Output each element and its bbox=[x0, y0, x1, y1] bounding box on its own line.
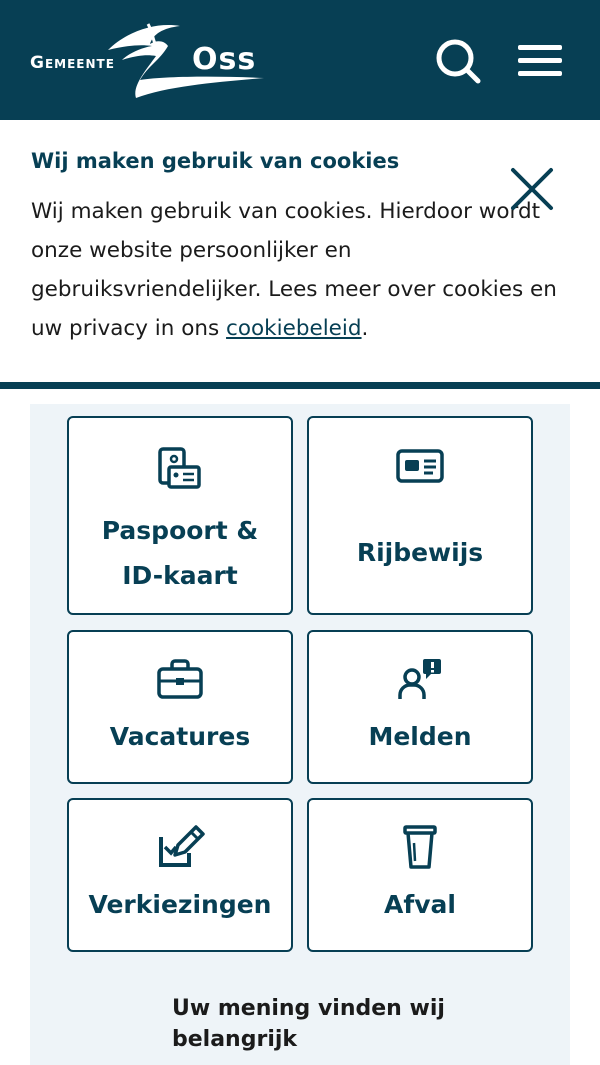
cookiebeleid-link[interactable]: cookiebeleid bbox=[226, 316, 361, 341]
cookie-banner-divider bbox=[0, 382, 600, 389]
gemeente-oss-logo[interactable]: Gemeente Oss bbox=[28, 20, 278, 102]
cookie-banner-title: Wij maken gebruik van cookies bbox=[31, 149, 400, 173]
search-button[interactable] bbox=[432, 36, 484, 86]
menu-button[interactable] bbox=[514, 36, 566, 86]
tile-verkiezingen[interactable]: Verkiezingen bbox=[67, 798, 293, 952]
tile-label-melden: Melden bbox=[368, 722, 472, 751]
tile-label-verkiezingen: Verkiezingen bbox=[88, 890, 272, 919]
tile-melden[interactable]: Melden bbox=[307, 630, 533, 784]
logo-text-oss: Oss bbox=[192, 42, 257, 77]
cookie-close-button[interactable] bbox=[505, 164, 559, 214]
tile-label-paspoort: Paspoort & ID-kaart bbox=[101, 516, 259, 590]
briefcase-icon bbox=[150, 650, 210, 710]
tile-rijbewijs[interactable]: Rijbewijs bbox=[307, 416, 533, 615]
cookie-banner-text: Wij maken gebruik van cookies. Hierdoor … bbox=[31, 192, 566, 348]
tile-afval[interactable]: Afval bbox=[307, 798, 533, 952]
passport-id-icon bbox=[150, 440, 210, 500]
driving-license-icon bbox=[390, 436, 450, 496]
logo-text-gemeente: Gemeente bbox=[30, 53, 115, 73]
waste-bin-icon bbox=[390, 818, 450, 878]
hamburger-menu-icon bbox=[518, 45, 562, 76]
feedback-heading: Uw mening vinden wij belangrijk bbox=[172, 996, 445, 1052]
tile-label: Paspoort & ID-kaart bbox=[90, 508, 270, 598]
tile-paspoort-id-kaart[interactable]: Paspoort & ID-kaart bbox=[67, 416, 293, 615]
tile-vacatures[interactable]: Vacatures bbox=[67, 630, 293, 784]
close-icon bbox=[511, 168, 553, 210]
ballot-pencil-icon bbox=[150, 818, 210, 878]
site-header: Gemeente Oss bbox=[0, 0, 600, 120]
cookie-banner: Wij maken gebruik van cookies Wij maken … bbox=[0, 120, 600, 384]
tile-label-rijbewijs: Rijbewijs bbox=[356, 538, 484, 567]
report-person-icon bbox=[390, 650, 450, 710]
tile-label-afval: Afval bbox=[384, 890, 456, 919]
cookie-text-end: . bbox=[361, 316, 369, 341]
tile-label-vacatures: Vacatures bbox=[109, 722, 251, 751]
search-icon bbox=[436, 39, 481, 84]
